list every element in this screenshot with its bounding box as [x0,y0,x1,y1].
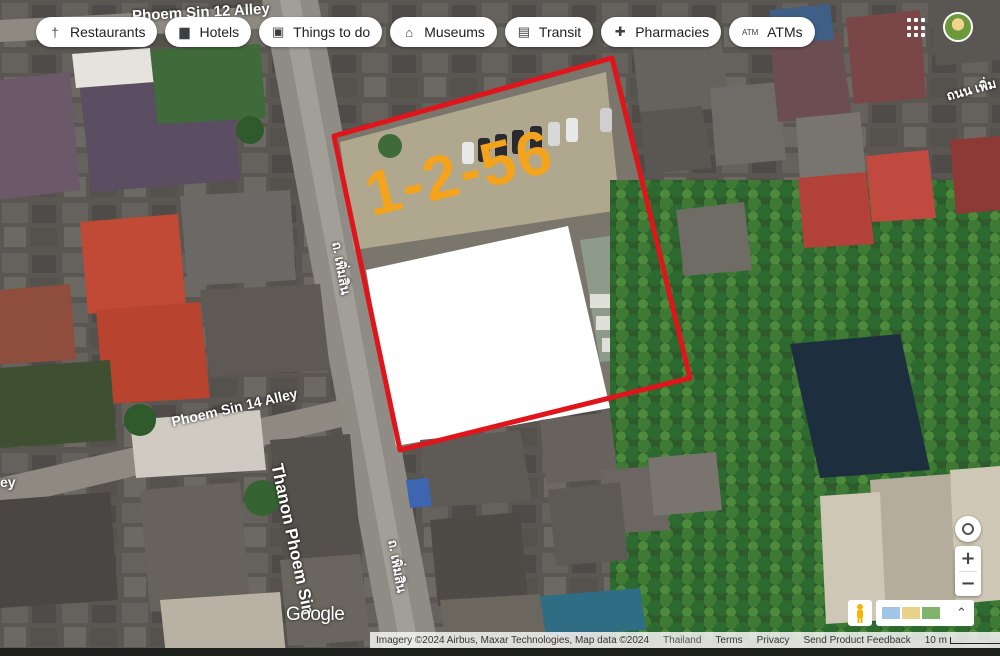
chip-museums[interactable]: ⌂ Museums [390,17,497,47]
account-avatar[interactable] [943,12,973,42]
pharmacy-icon: ✚ [614,24,626,39]
camera-icon: ▣ [272,24,285,39]
crosshair-icon [962,523,974,535]
chip-restaurants[interactable]: † Restaurants [36,17,158,47]
expand-layers-icon[interactable]: ⌃ [956,605,967,621]
chip-atms[interactable]: ATM ATMs [729,17,815,47]
chip-hotels[interactable]: ▆ Hotels [165,17,252,47]
apps-grid-icon[interactable] [907,18,927,38]
send-feedback-link[interactable]: Send Product Feedback [803,635,910,646]
layer-thumb-map[interactable] [882,607,900,619]
bed-icon: ▆ [179,24,190,39]
bus-icon: ▤ [517,24,531,39]
layer-thumb-satellite[interactable] [922,607,940,619]
zoom-out-button[interactable]: − [960,572,975,596]
chip-pharmacies[interactable]: ✚ Pharmacies [601,17,722,47]
privacy-link[interactable]: Privacy [757,635,790,646]
layer-thumb-terrain[interactable] [902,607,920,619]
my-location-button[interactable] [955,516,981,542]
map-footer: Imagery ©2024 Airbus, Maxar Technologies… [370,632,1000,648]
terms-link[interactable]: Terms [715,635,742,646]
country-label: Thailand [663,634,702,646]
street-label-edge: ey [0,474,16,490]
street-view-pegman-button[interactable] [848,600,872,626]
scale-indicator[interactable]: 10 m [925,635,1000,646]
atm-icon: ATM [741,27,759,37]
satellite-imagery [0,0,1000,656]
layers-switcher[interactable]: ⌃ [876,600,974,626]
pegman-icon [857,604,863,623]
google-logo: Google [286,604,345,625]
zoom-controls: + − [955,546,981,596]
museum-icon: ⌂ [405,24,414,40]
category-chips: † Restaurants ▆ Hotels ▣ Things to do ⌂ Muse… [36,17,815,47]
satellite-map[interactable]: Phoem Sin 12 Alley Thanon Phoem Sin ถ. เ… [0,0,1000,656]
chip-transit[interactable]: ▤ Transit [504,17,594,47]
fork-knife-icon: † [51,24,59,40]
imagery-attribution: Imagery ©2024 Airbus, Maxar Technologies… [376,634,650,646]
zoom-in-button[interactable]: + [960,547,975,571]
scale-bar [949,636,1000,644]
bottom-strip [0,648,1000,656]
chip-things-to-do[interactable]: ▣ Things to do [259,17,383,47]
